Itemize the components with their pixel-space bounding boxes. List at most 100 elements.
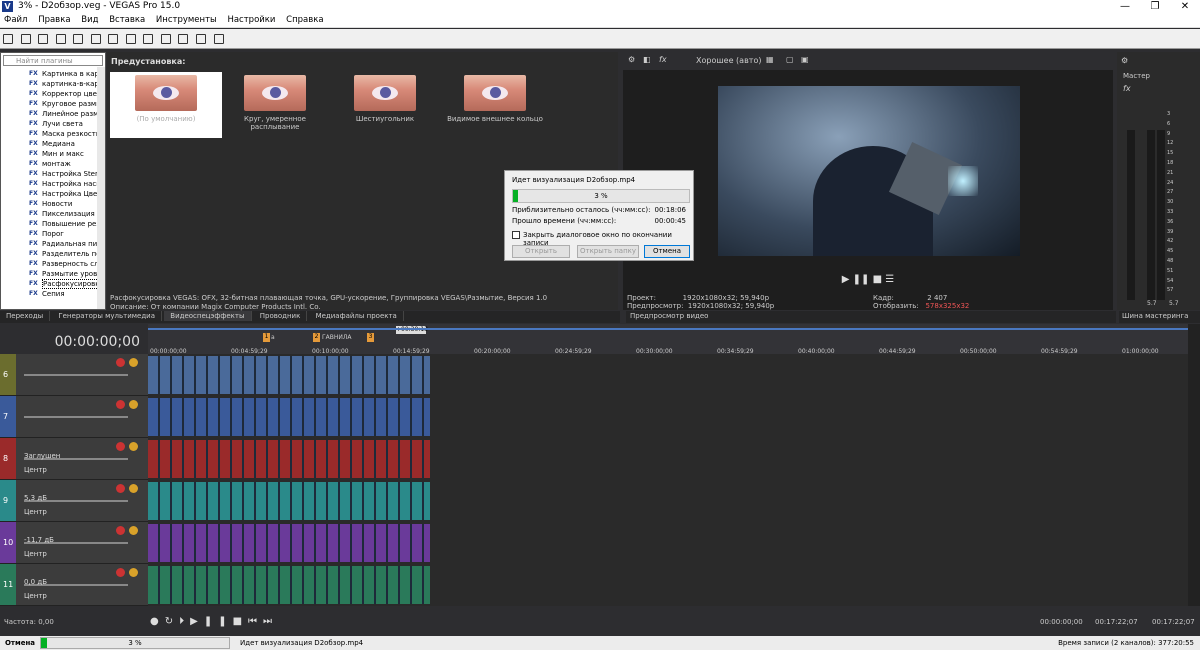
- tab-transitions[interactable]: Переходы: [0, 311, 51, 321]
- stop-icon[interactable]: ■: [233, 616, 248, 627]
- plugin-list-item[interactable]: FX Сепия: [1, 289, 99, 299]
- plugin-list-item[interactable]: FX Настройка Stereo: [1, 169, 99, 179]
- track-header[interactable]: 11 0,0 дБ Центр: [0, 564, 148, 606]
- timeline-timecode[interactable]: 00:00:00;00: [0, 324, 148, 354]
- plugin-list-item[interactable]: FX Новости: [1, 199, 99, 209]
- solo-icon[interactable]: [129, 442, 138, 451]
- plugin-list-item[interactable]: FX Разделитель по: [1, 249, 99, 259]
- menu-file[interactable]: Файл: [0, 14, 31, 25]
- track-header[interactable]: 8 Заглушен Центр: [0, 438, 148, 480]
- plugin-list-item[interactable]: FX Пикселизация: [1, 209, 99, 219]
- video-event[interactable]: [148, 356, 430, 394]
- properties-icon[interactable]: [73, 34, 84, 44]
- play-from-start-icon[interactable]: ⏵: [179, 616, 190, 627]
- mixing-icon[interactable]: [196, 34, 207, 44]
- plugin-list-item[interactable]: FX Линейное размы: [1, 109, 99, 119]
- play-icon[interactable]: ▶: [190, 616, 204, 627]
- mute-icon[interactable]: [116, 400, 125, 409]
- plugin-list-item[interactable]: FX Мин и макс: [1, 149, 99, 159]
- close-on-finish-checkbox[interactable]: [512, 231, 520, 239]
- tab-video-preview[interactable]: Предпросмотр видео: [626, 311, 1116, 323]
- solo-icon[interactable]: [129, 484, 138, 493]
- gear-icon[interactable]: ⚙: [628, 55, 635, 64]
- plugin-list-item[interactable]: FX Настройка Цвет: [1, 189, 99, 199]
- mute-icon[interactable]: [116, 484, 125, 493]
- preset-circle[interactable]: Круг, умеренное расплывание: [219, 72, 331, 138]
- solo-icon[interactable]: [129, 358, 138, 367]
- close-button[interactable]: ✕: [1170, 0, 1200, 14]
- track-header[interactable]: 9 5,3 дБ Центр: [0, 480, 148, 522]
- solo-icon[interactable]: [129, 400, 138, 409]
- copy-icon[interactable]: [125, 34, 136, 44]
- tab-master-bus[interactable]: Шина мастеринга: [1119, 311, 1200, 323]
- preset-hexagon[interactable]: Шестиугольник: [329, 72, 441, 138]
- marker-2[interactable]: 2: [313, 333, 320, 342]
- plugin-list-item[interactable]: FX Расфокусировка: [1, 279, 99, 289]
- new-file-icon[interactable]: [3, 34, 13, 44]
- plugin-list-item[interactable]: FX Размытие уровн: [1, 269, 99, 279]
- timeline-tracks[interactable]: [148, 354, 1188, 606]
- track-header[interactable]: 6: [0, 354, 148, 396]
- plugin-list-item[interactable]: FX Медиана: [1, 139, 99, 149]
- render-icon[interactable]: [55, 34, 66, 44]
- menu-insert[interactable]: Вставка: [105, 14, 149, 25]
- restore-button[interactable]: ❐: [1140, 0, 1170, 14]
- cancel-render-button[interactable]: Отмена: [644, 245, 690, 258]
- minimize-button[interactable]: —: [1110, 0, 1140, 14]
- go-start-icon[interactable]: ⏮: [248, 616, 263, 627]
- menu-help[interactable]: Справка: [282, 14, 327, 25]
- gear-icon[interactable]: [90, 34, 101, 44]
- split-icon[interactable]: ◧: [643, 55, 651, 64]
- stop-icon[interactable]: ■: [873, 274, 882, 285]
- status-cancel-button[interactable]: Отмена: [0, 636, 40, 650]
- go-end-icon[interactable]: ⏭: [263, 616, 278, 627]
- volume-slider[interactable]: [24, 374, 128, 376]
- mute-icon[interactable]: [116, 442, 125, 451]
- help-icon[interactable]: [213, 34, 224, 44]
- track-header[interactable]: 7: [0, 396, 148, 438]
- tab-video-fx[interactable]: Видеоспецэффекты: [164, 311, 252, 321]
- plugin-list-item[interactable]: FX Радиальная пикс: [1, 239, 99, 249]
- tab-explorer[interactable]: Проводник: [254, 311, 308, 321]
- plugin-list-item[interactable]: FX Повышение резк: [1, 219, 99, 229]
- paste-icon[interactable]: [143, 34, 154, 44]
- menu-view[interactable]: Вид: [77, 14, 102, 25]
- menu-tools[interactable]: Инструменты: [152, 14, 221, 25]
- timeline-ruler[interactable]: +00:30:13 1 а 2 ГАВНИЛА 3 00:00:00;0000:…: [148, 324, 1188, 355]
- preset-default[interactable]: (По умолчанию): [110, 72, 222, 138]
- fx-icon[interactable]: fx: [659, 55, 667, 64]
- menu-edit[interactable]: Правка: [34, 14, 74, 25]
- save-icon[interactable]: [38, 34, 49, 44]
- marker-1[interactable]: 1: [263, 333, 270, 342]
- menu-options[interactable]: Настройки: [223, 14, 279, 25]
- plugin-list-item[interactable]: FX Корректор цвет: [1, 89, 99, 99]
- plugin-list-item[interactable]: FX картинка-в-карт: [1, 79, 99, 89]
- volume-slider[interactable]: [24, 416, 128, 418]
- cut-icon[interactable]: [108, 34, 119, 44]
- loop-region[interactable]: [148, 328, 1188, 330]
- open-folder-icon[interactable]: [20, 34, 31, 44]
- master-fader[interactable]: [1127, 130, 1135, 300]
- copy-snapshot-icon[interactable]: ▢: [786, 55, 794, 64]
- solo-icon[interactable]: [129, 568, 138, 577]
- plugin-list-item[interactable]: FX Круговое размы: [1, 99, 99, 109]
- pause-icon[interactable]: ❚❚: [204, 616, 233, 627]
- plugin-list-item[interactable]: FX Картинка в карт: [1, 69, 99, 79]
- fx-icon[interactable]: fx: [1123, 84, 1131, 93]
- tab-media-generators[interactable]: Генераторы мультимедиа: [52, 311, 163, 321]
- undo-icon[interactable]: [160, 34, 171, 44]
- menu-icon[interactable]: ☰: [885, 274, 894, 285]
- mute-icon[interactable]: [116, 526, 125, 535]
- gear-icon[interactable]: ⚙: [1121, 56, 1128, 65]
- mute-icon[interactable]: [116, 358, 125, 367]
- save-snapshot-icon[interactable]: ▣: [801, 55, 809, 64]
- plugin-list-item[interactable]: FX Маска резкости: [1, 129, 99, 139]
- plugin-list-item[interactable]: FX Разверность сло: [1, 259, 99, 269]
- timeline-vertical-scrollbar[interactable]: [1188, 324, 1200, 606]
- video-event[interactable]: [148, 398, 430, 436]
- audio-event[interactable]: [148, 524, 430, 562]
- play-icon[interactable]: ▶: [842, 274, 850, 285]
- tab-project-media[interactable]: Медиафайлы проекта: [310, 311, 404, 321]
- record-icon[interactable]: ●: [150, 616, 165, 627]
- plugin-list-scrollbar[interactable]: [97, 67, 105, 309]
